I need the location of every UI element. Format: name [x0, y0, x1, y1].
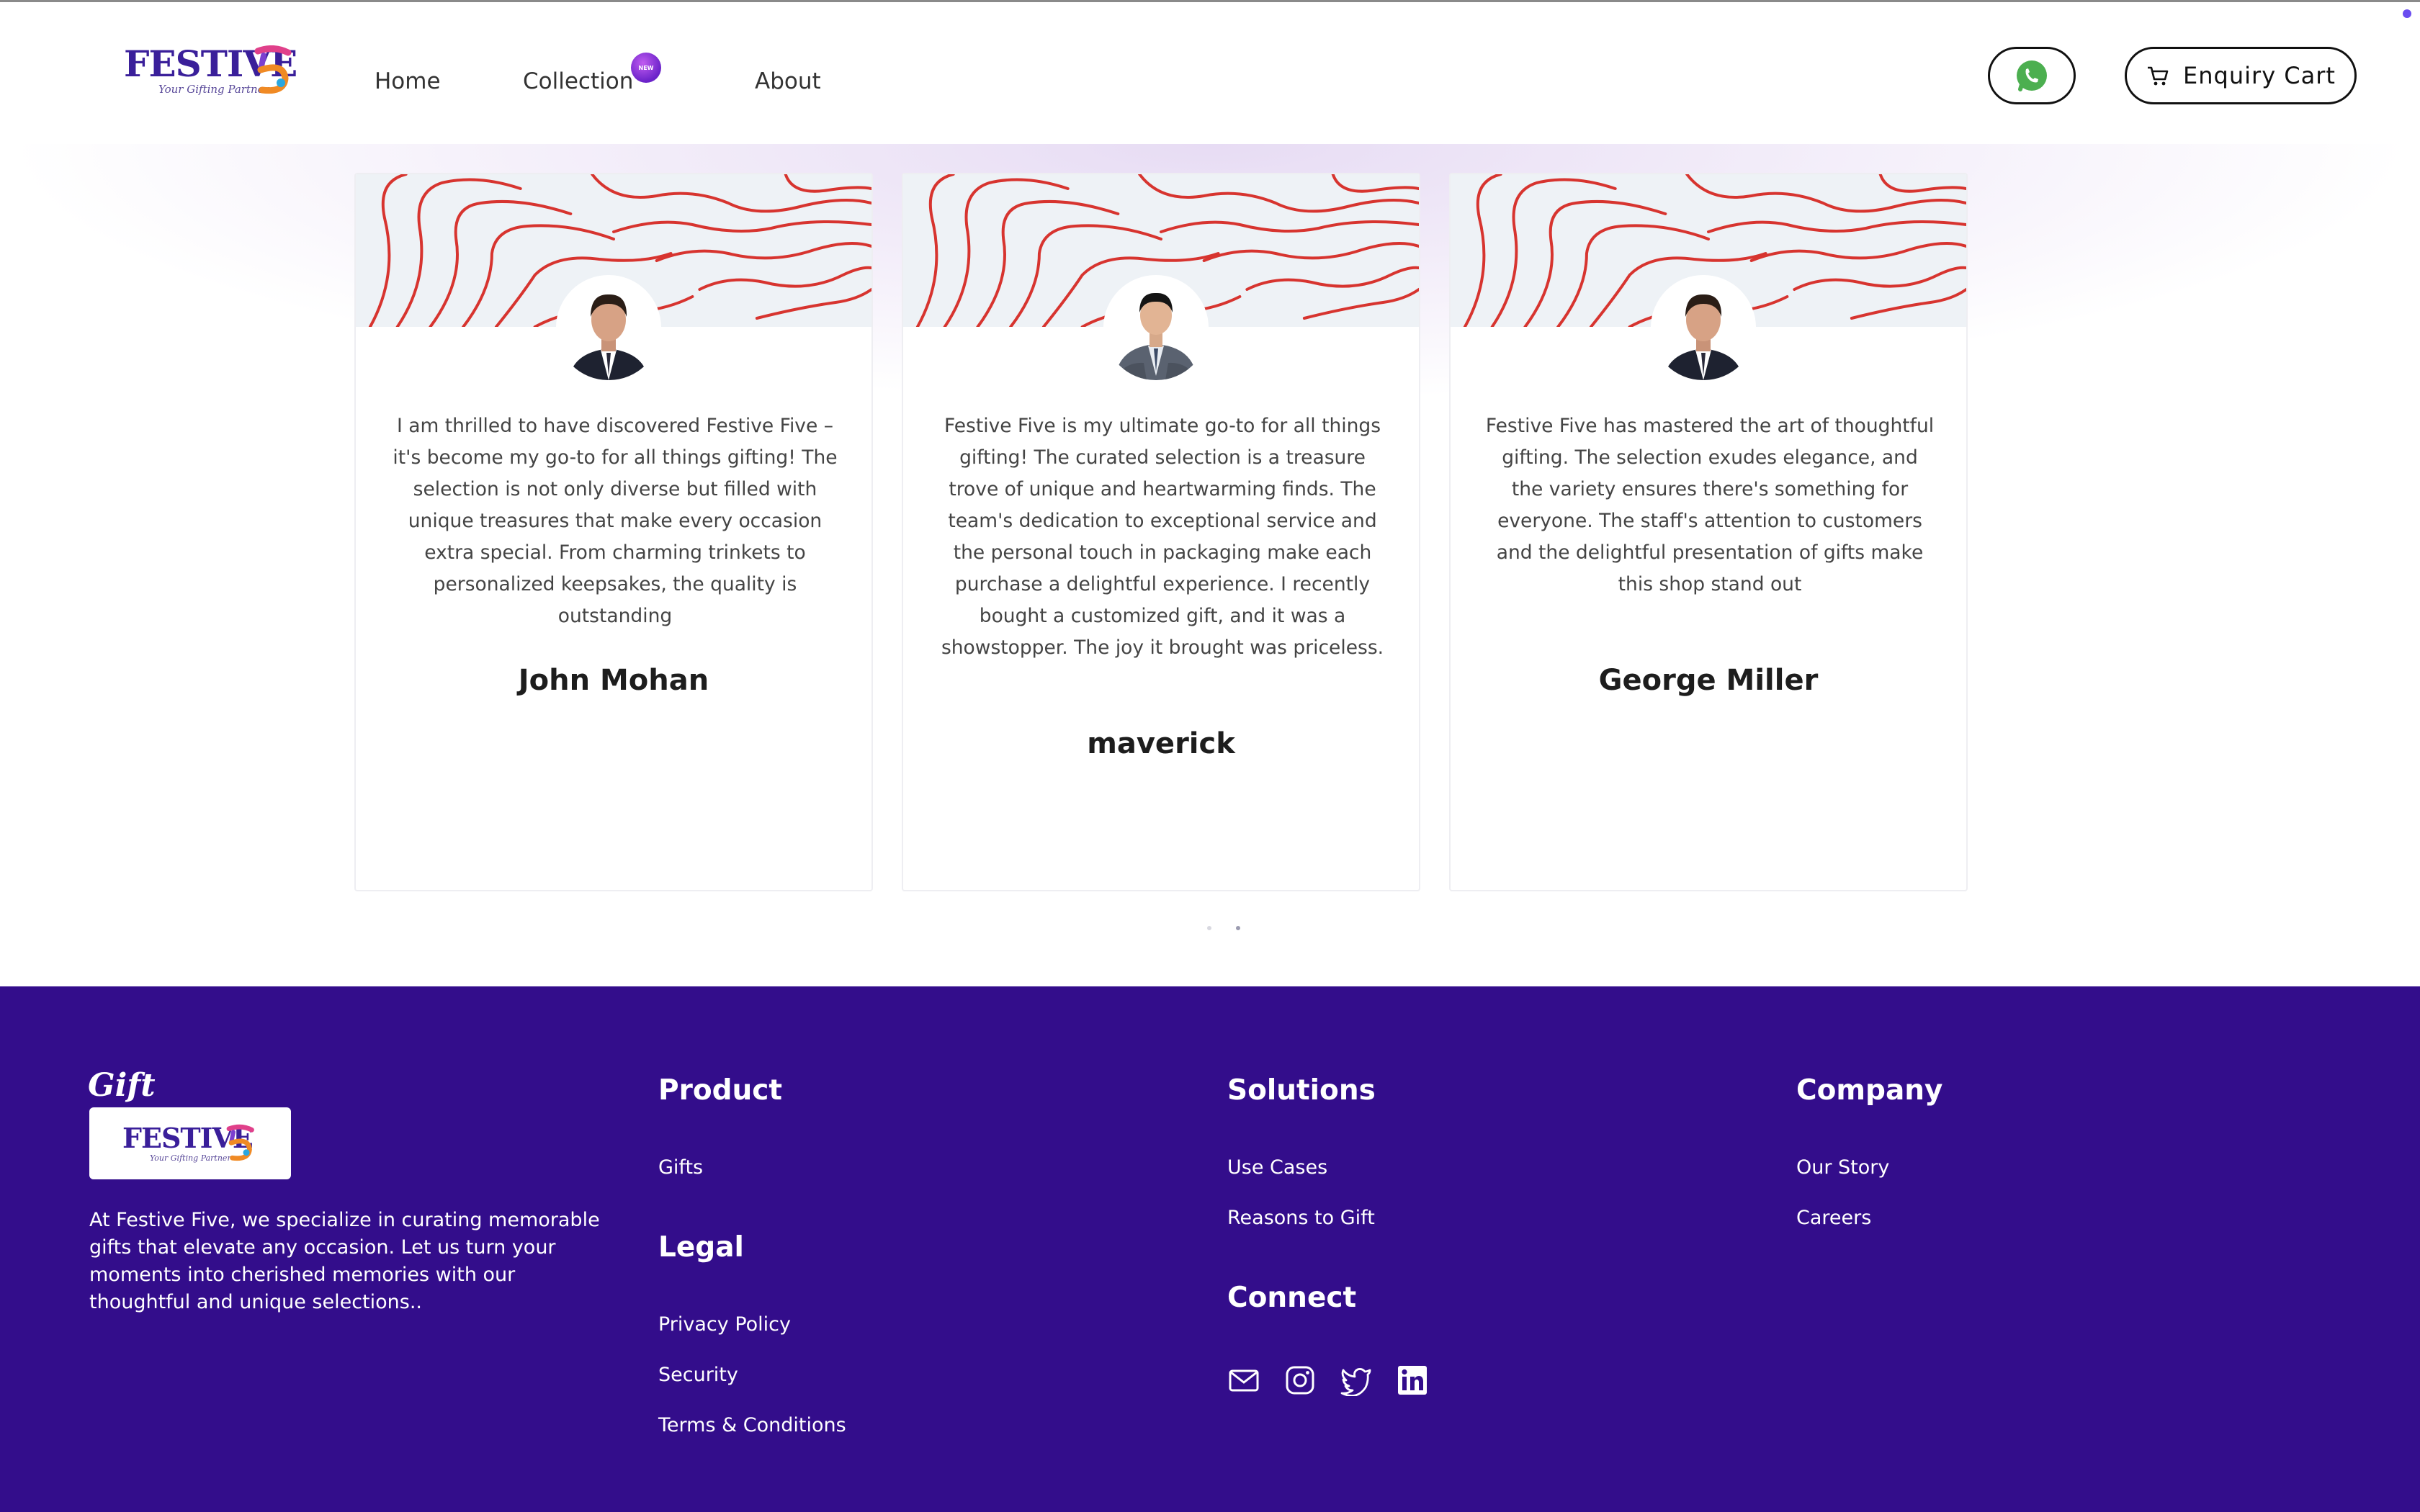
footer-heading-connect: Connect [1227, 1282, 1357, 1314]
new-badge: NEW [631, 53, 661, 83]
logo-five-mark-icon [226, 1124, 254, 1161]
cart-icon [2148, 66, 2169, 86]
footer-description: At Festive Five, we specialize in curati… [89, 1209, 600, 1313]
wave-line [655, 242, 871, 262]
footer-heading-company: Company [1796, 1074, 1943, 1107]
mail-icon [1229, 1369, 1259, 1392]
testimonial-card: Festive Five is my ultimate go-to for al… [902, 173, 1420, 891]
wave-line [784, 174, 871, 193]
testimonial-quote: I am thrilled to have discovered Festive… [393, 415, 838, 627]
reviewer-name: maverick [1087, 727, 1235, 760]
wave-line [1138, 174, 1419, 213]
enquiry-cart-button[interactable]: Enquiry Cart [2125, 47, 2357, 104]
avatar [556, 275, 661, 380]
carousel-dot[interactable] [1207, 926, 1211, 930]
logo-five-mark-icon [254, 45, 292, 94]
avatar [1651, 275, 1756, 380]
footer-link-security[interactable]: Security [658, 1364, 738, 1386]
testimonial-quote: Festive Five is my ultimate go-to for al… [941, 415, 1384, 659]
instagram-link[interactable] [1282, 1362, 1318, 1398]
wave-line [1878, 174, 1966, 193]
wave-line [698, 266, 871, 291]
wave-line [1463, 174, 1502, 327]
linkedin-link[interactable] [1394, 1362, 1430, 1398]
wave-line [1302, 288, 1419, 320]
wave-line [1707, 220, 1966, 233]
avatar [1103, 275, 1209, 380]
site-header: FESTIVE Your Gifting Partner Home Collec… [0, 2, 2420, 144]
reviewer-photo [1651, 275, 1756, 380]
wave-line [368, 174, 408, 327]
footer-logo[interactable]: FESTIVE Your Gifting Partner [89, 1107, 291, 1179]
testimonial-card: I am thrilled to have discovered Festive… [354, 173, 873, 891]
wave-line [1850, 288, 1966, 320]
footer-link-terms[interactable]: Terms & Conditions [658, 1414, 846, 1436]
wave-line [915, 174, 955, 327]
nav-collection[interactable]: Collection [523, 68, 633, 94]
twitter-icon [1340, 1368, 1371, 1396]
nav-about[interactable]: About [755, 68, 821, 94]
whatsapp-button[interactable] [1988, 47, 2076, 104]
enquiry-cart-label: Enquiry Cart [2183, 62, 2336, 89]
site-footer: Gift FESTIVE Your Gifting Partner At Fes… [0, 986, 2420, 1512]
mail-link[interactable] [1226, 1362, 1262, 1398]
footer-heading-legal: Legal [658, 1231, 744, 1264]
testimonial-quote: Festive Five has mastered the art of tho… [1485, 415, 1935, 595]
reviewer-photo [556, 275, 661, 380]
carousel-dots [1207, 926, 1240, 930]
reviewer-name: George Miller [1598, 664, 1819, 697]
footer-logo-tagline: Your Gifting Partner [150, 1153, 231, 1163]
wave-line [1202, 242, 1419, 262]
whatsapp-icon [2017, 60, 2047, 91]
footer-link-our-story[interactable]: Our Story [1796, 1156, 1889, 1179]
wave-line [1793, 266, 1966, 291]
footer-link-reasons-to-gift[interactable]: Reasons to Gift [1227, 1207, 1375, 1229]
footer-heading-solutions: Solutions [1227, 1074, 1376, 1107]
wave-line [1685, 174, 1966, 213]
wave-line [591, 174, 871, 213]
brand-logo[interactable]: FESTIVE Your Gifting Partner [124, 42, 297, 100]
twitter-link[interactable] [1338, 1362, 1374, 1398]
footer-link-privacy-policy[interactable]: Privacy Policy [658, 1313, 791, 1336]
wave-line [755, 288, 871, 320]
wave-line [1331, 174, 1419, 193]
testimonial-card: Festive Five has mastered the art of tho… [1449, 173, 1968, 891]
footer-heading-product: Product [658, 1074, 783, 1107]
linkedin-icon [1398, 1366, 1427, 1395]
wave-line [1160, 220, 1419, 233]
status-dot [2403, 9, 2411, 18]
instagram-icon [1286, 1366, 1314, 1395]
reviewer-photo [1103, 275, 1209, 380]
footer-link-use-cases[interactable]: Use Cases [1227, 1156, 1327, 1179]
nav-home[interactable]: Home [375, 68, 441, 94]
wave-line [1245, 266, 1419, 291]
footer-link-gifts[interactable]: Gifts [658, 1156, 703, 1179]
wave-line [612, 220, 871, 233]
gift-script-text: Gift [88, 1067, 156, 1104]
wave-line [1749, 242, 1966, 262]
carousel-dot-active[interactable] [1236, 926, 1240, 930]
reviewer-name: John Mohan [518, 664, 709, 697]
footer-link-careers[interactable]: Careers [1796, 1207, 1871, 1229]
